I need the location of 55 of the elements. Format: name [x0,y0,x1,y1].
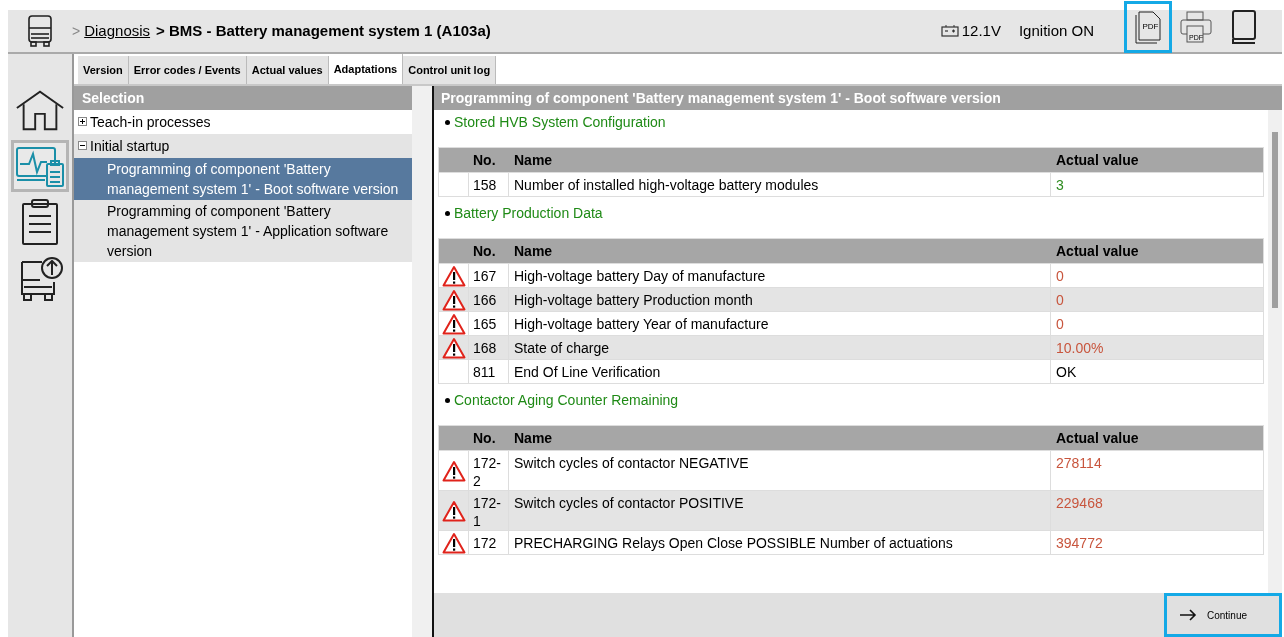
warning-icon [441,499,466,522]
tree-item[interactable]: Initial startup [74,134,412,158]
continue-button[interactable]: Continue [1164,593,1282,637]
tab[interactable]: Version [78,56,129,84]
table-cell: 172 [469,531,509,554]
section-title: Stored HVB System Configuration [454,113,666,132]
truck-icon[interactable] [25,14,55,48]
expand-icon[interactable] [78,117,87,126]
table-cell: Number of installed high-voltage battery modules [509,173,1051,196]
table-cell-text: OK [1055,363,1078,382]
battery-icon [940,25,959,37]
table-cell: End Of Line Verification [509,360,1051,383]
tab[interactable]: Control unit log [403,56,497,84]
section-title: Contactor Aging Counter Remaining [454,391,679,410]
bullet-icon [445,120,450,125]
tree-item[interactable]: Programming of component 'Battery management system 1' - Application software version [74,200,412,262]
table-cell: PRECHARGING Relays Open Close POSSIBLE Number of actuations [509,531,1051,554]
table-cell-text: 0 [1055,267,1065,286]
column-header: Name [513,241,554,261]
table-cell-text: 10.00% [1055,339,1105,358]
column-header: Name [513,428,554,448]
table-cell-text: 0 [1055,315,1065,334]
panel-header: Programming of component 'Battery management system 1' - Boot software version [434,86,1282,110]
tab[interactable]: Error codes / Events [128,56,247,84]
column-header: Name [513,150,554,170]
table-cell-text: 229468 [1055,494,1104,513]
column-header: No. [472,428,497,448]
table-cell: 811 [469,360,509,383]
breadcrumb-separator: > [72,21,81,41]
voltage-reading: 12.1V [961,20,1001,41]
panel-header: Selection [74,86,412,110]
bullet-icon [445,398,450,403]
arrow-right-icon [1179,609,1197,621]
breadcrumb-link[interactable]: Diagnosis [84,19,151,43]
tree-item[interactable]: Programming of component 'Battery management system 1' - Boot software version [74,158,412,200]
table-cell-text: 278114 [1055,454,1103,473]
toolbar-button[interactable]: PDF [1124,1,1172,53]
page-title: > BMS - Battery management system 1 (A103a) [156,20,491,41]
column-header: No. [472,150,497,170]
column-header: No. [472,241,497,261]
book-icon[interactable] [1229,9,1259,45]
column-header: Actual value [1055,150,1140,170]
ignition-status: Ignition ON [1018,20,1094,41]
table-cell-text: 3 [1055,176,1065,195]
tab[interactable]: Actual values [246,56,329,84]
collapse-icon[interactable] [78,141,87,150]
bullet-icon [445,211,450,216]
column-header: Actual value [1055,241,1140,261]
scrollbar-thumb[interactable] [1272,132,1278,308]
table-cell: 158 [469,173,509,196]
column-header: Actual value [1055,428,1140,448]
table-cell-text: 0 [1055,291,1065,310]
clipboard-icon[interactable] [20,198,60,246]
section-title: Battery Production Data [454,204,603,223]
table-cell-text: 394772 [1055,534,1104,553]
